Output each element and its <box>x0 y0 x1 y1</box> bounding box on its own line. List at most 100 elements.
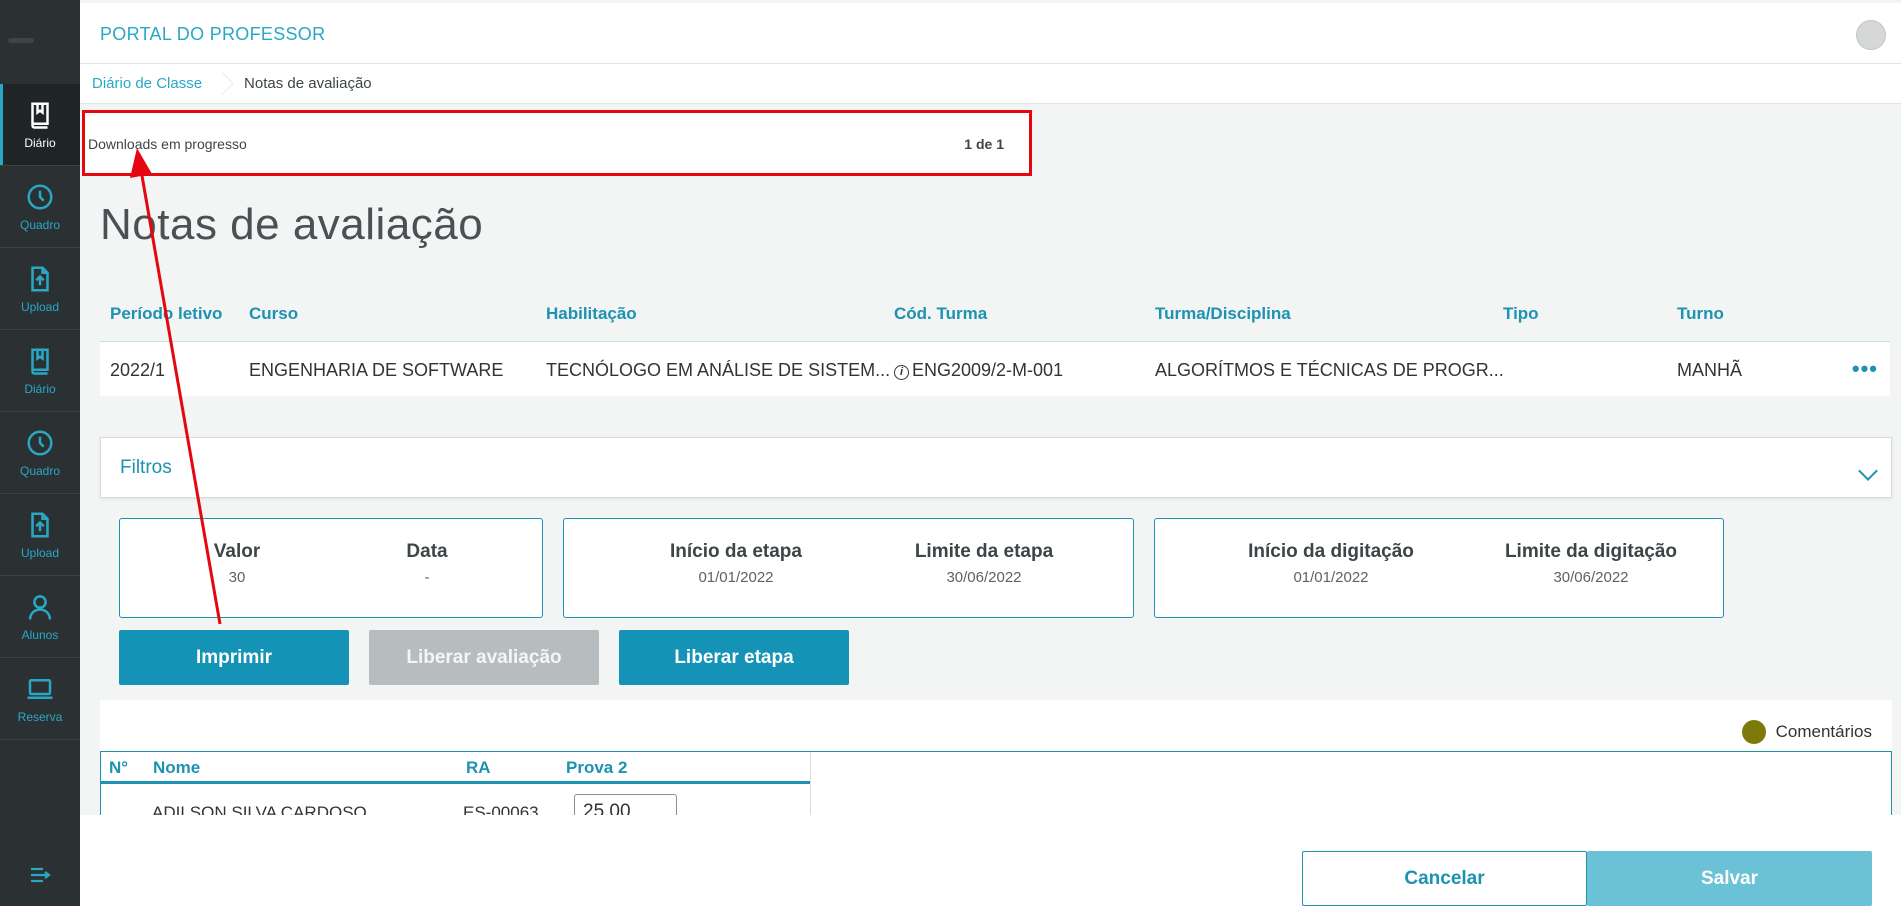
grades-panel: Comentários N° Nome RA Prova 2 ADILSON S… <box>100 700 1892 815</box>
inicio-etapa-field: Início da etapa 01/01/2022 <box>616 541 856 586</box>
data-field: Data - <box>327 541 527 586</box>
cod-turma-value: i ENG2009/2-M-001 <box>894 360 1063 381</box>
data-value: - <box>424 569 430 586</box>
breadcrumb-current: Notas de avaliação <box>244 75 372 92</box>
limite-digitacao-field: Limite da digitação 30/06/2022 <box>1471 541 1711 586</box>
limite-etapa-field: Limite da etapa 30/06/2022 <box>864 541 1104 586</box>
grades-frame: N° Nome RA Prova 2 ADILSON SILVA CARDOSO… <box>100 751 1892 815</box>
book-icon <box>31 348 49 375</box>
limite-digitacao-value: 30/06/2022 <box>1553 569 1629 586</box>
sidebar-item-label: Quadro <box>19 463 61 478</box>
sidebar-item-quadro[interactable]: Quadro <box>0 166 80 248</box>
sidebar-item-label: Reserva <box>17 709 63 724</box>
table-header: N° Nome RA Prova 2 <box>101 752 810 784</box>
cod-turma-text: ENG2009/2-M-001 <box>912 360 1064 380</box>
periodo-value: 2022/1 <box>110 360 166 380</box>
column-header: Nome <box>153 758 201 777</box>
sidebar-item-quadro-2[interactable]: Quadro <box>0 412 80 494</box>
breadcrumb-separator <box>216 64 228 104</box>
column-header: Curso <box>249 304 299 323</box>
sidebar-item-label: Diário <box>24 135 56 150</box>
inicio-etapa-label: Início da etapa <box>670 541 802 562</box>
page-title: Notas de avaliação <box>100 200 484 249</box>
limite-digitacao-label: Limite da digitação <box>1504 541 1678 562</box>
turno-value: MANHÃ <box>1677 360 1743 380</box>
student-name: ADILSON SILVA CARDOSO <box>152 803 367 815</box>
grades-table: N° Nome RA Prova 2 ADILSON SILVA CARDOSO… <box>101 752 811 815</box>
sidebar-item-diario[interactable]: Diário <box>0 84 80 166</box>
sidebar: Diário Quadro Upload Diário Quadro Uploa… <box>0 0 80 906</box>
sidebar-item-label: Upload <box>20 545 60 560</box>
student-ra: ES-00063 <box>463 803 539 815</box>
more-options-icon[interactable]: ••• <box>1852 356 1878 382</box>
table-header: Período letivo Curso Habilitação Cód. Tu… <box>100 292 1890 342</box>
book-icon <box>31 102 49 129</box>
collapse-menu-icon[interactable] <box>27 863 53 887</box>
save-button[interactable]: Salvar <box>1587 851 1872 906</box>
info-icon[interactable]: i <box>894 365 909 380</box>
column-header: Habilitação <box>546 304 637 323</box>
inicio-digitacao-field: Início da digitação 01/01/2022 <box>1201 541 1461 586</box>
cancel-button[interactable]: Cancelar <box>1302 851 1587 906</box>
typing-dates-card: Início da digitação 01/01/2022 Limite da… <box>1154 518 1724 618</box>
logo <box>8 38 34 43</box>
sidebar-item-diario-2[interactable]: Diário <box>0 330 80 412</box>
column-header: Período letivo <box>110 304 223 323</box>
breadcrumb-link-diario[interactable]: Diário de Classe <box>92 75 202 92</box>
evaluation-info-card: Valor 30 Data - <box>119 518 543 618</box>
column-header: Tipo <box>1503 304 1539 323</box>
release-stage-button[interactable]: Liberar etapa <box>619 630 849 685</box>
comments-color-dot <box>1741 720 1766 744</box>
valor-value: 30 <box>228 569 246 586</box>
valor-field: Valor 30 <box>137 541 337 586</box>
column-header: N° <box>109 758 129 777</box>
release-evaluation-button[interactable]: Liberar avaliação <box>369 630 599 685</box>
avatar[interactable] <box>1856 20 1886 50</box>
sidebar-item-label: Alunos <box>21 627 59 642</box>
column-header: Turma/Disciplina <box>1155 304 1291 323</box>
upload-file-icon <box>31 266 49 291</box>
downloads-label: Downloads em progresso <box>88 136 247 152</box>
user-icon <box>28 594 52 620</box>
app-title: PORTAL DO PROFESSOR <box>100 24 326 44</box>
curso-value: ENGENHARIA DE SOFTWARE <box>249 360 504 380</box>
limite-etapa-value: 30/06/2022 <box>946 569 1022 586</box>
print-button[interactable]: Imprimir <box>119 630 349 685</box>
filters-accordion[interactable]: Filtros <box>100 437 1892 498</box>
column-header: Prova 2 <box>566 758 628 777</box>
data-label: Data <box>406 541 448 562</box>
grade-input[interactable] <box>574 794 677 815</box>
sidebar-item-label: Upload <box>20 299 60 314</box>
clock-icon <box>27 184 53 209</box>
filters-label: Filtros <box>120 457 172 478</box>
habilitacao-value: TECNÓLOGO EM ANÁLISE DE SISTEM... <box>546 360 891 380</box>
downloads-count: 1 de 1 <box>964 136 1004 152</box>
comments-legend: Comentários <box>1741 720 1872 744</box>
inicio-digitacao-value: 01/01/2022 <box>1293 569 1369 586</box>
comments-label: Comentários <box>1775 722 1872 741</box>
turma-disciplina-value: ALGORÍTMOS E TÉCNICAS DE PROGR... <box>1155 360 1504 380</box>
class-info-table: Período letivo Curso Habilitação Cód. Tu… <box>100 292 1890 396</box>
upload-file-icon <box>31 512 49 537</box>
table-row: 2022/1 ENGENHARIA DE SOFTWARE TECNÓLOGO … <box>100 342 1890 396</box>
laptop-icon <box>27 678 53 699</box>
valor-label: Valor <box>213 541 261 562</box>
footer-actions: Cancelar Salvar <box>80 815 1901 906</box>
sidebar-item-upload-2[interactable]: Upload <box>0 494 80 576</box>
inicio-etapa-value: 01/01/2022 <box>698 569 774 586</box>
column-header: Turno <box>1677 304 1724 323</box>
downloads-progress-bar: Downloads em progresso 1 de 1 <box>82 110 1032 176</box>
sidebar-item-upload[interactable]: Upload <box>0 248 80 330</box>
column-header: RA <box>466 758 491 777</box>
column-header: Cód. Turma <box>894 304 988 323</box>
sidebar-item-reserva[interactable]: Reserva <box>0 658 80 740</box>
top-header: PORTAL DO PROFESSOR <box>80 3 1901 64</box>
limite-etapa-label: Limite da etapa <box>914 541 1054 562</box>
table-row: ADILSON SILVA CARDOSO ES-00063 <box>101 784 810 815</box>
inicio-digitacao-label: Início da digitação <box>1248 541 1414 562</box>
chevron-down-icon <box>1858 461 1878 481</box>
sidebar-item-alunos[interactable]: Alunos <box>0 576 80 658</box>
sidebar-item-label: Diário <box>24 381 56 396</box>
sidebar-item-label: Quadro <box>19 217 61 232</box>
clock-icon <box>27 430 53 455</box>
